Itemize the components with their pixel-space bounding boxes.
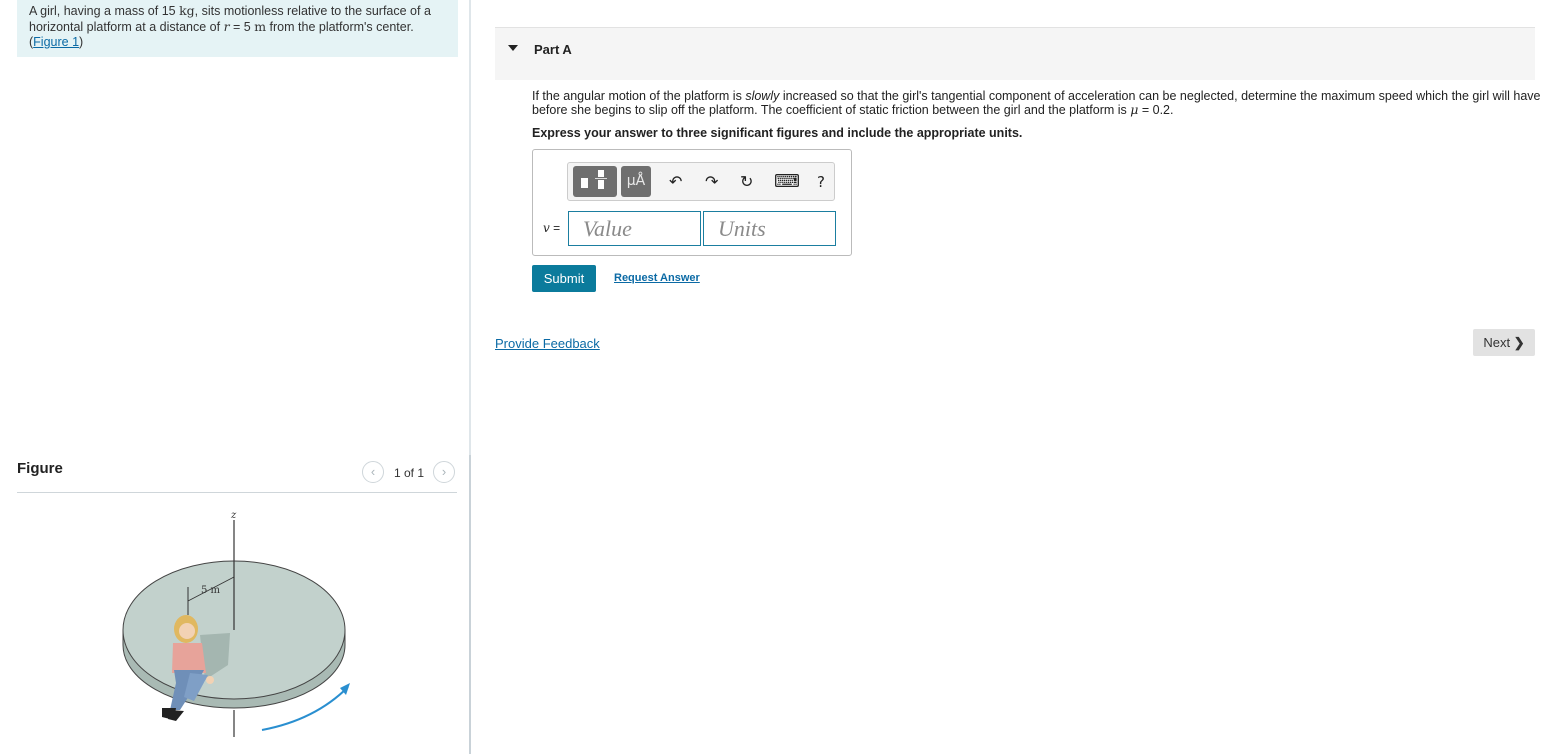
part-title: Part A: [534, 42, 572, 57]
problem-text: ): [79, 35, 84, 49]
reset-icon[interactable]: ↻: [740, 172, 753, 192]
figure-header: Figure ‹ 1 of 1 ›: [17, 460, 457, 493]
chevron-right-icon: ›: [441, 464, 447, 479]
unit-m: m: [254, 19, 267, 34]
units-button[interactable]: μÅ: [621, 166, 651, 197]
figure-link[interactable]: Figure 1: [33, 35, 79, 49]
problem-text: A girl, having a mass of 15: [29, 4, 180, 18]
keyboard-icon[interactable]: ⌨: [774, 172, 800, 192]
question-part: If the angular motion of the platform is: [532, 89, 746, 103]
variable-v: v: [543, 221, 550, 235]
right-pane: Part A If the angular motion of the plat…: [471, 0, 1545, 754]
question-emphasis: slowly: [745, 89, 780, 103]
next-label: Next: [1483, 335, 1511, 350]
problem-statement: A girl, having a mass of 15 kg, sits mot…: [17, 0, 458, 57]
z-axis-label: z: [230, 510, 237, 521]
figure-image: z 5 m: [122, 510, 350, 737]
units-input[interactable]: Units: [703, 211, 836, 246]
chevron-left-icon: ‹: [370, 464, 376, 479]
variable-label: v =: [543, 221, 560, 235]
prev-figure-button[interactable]: ‹: [362, 461, 384, 483]
redo-icon[interactable]: ↷: [705, 172, 718, 192]
request-answer-link[interactable]: Request Answer: [614, 272, 700, 284]
submit-button[interactable]: Submit: [532, 265, 596, 292]
provide-feedback-link[interactable]: Provide Feedback: [495, 336, 600, 351]
radius-label: 5 m: [201, 585, 221, 596]
figure-pager: 1 of 1: [394, 466, 425, 480]
help-icon[interactable]: ?: [817, 172, 825, 192]
question-text: If the angular motion of the platform is…: [532, 89, 1542, 117]
math-toolbar: μÅ ↶ ↷ ↻ ⌨ ?: [567, 162, 835, 201]
equals-sign: =: [549, 221, 561, 235]
templates-button[interactable]: [573, 166, 617, 197]
undo-icon[interactable]: ↶: [669, 172, 682, 192]
answer-box: μÅ ↶ ↷ ↻ ⌨ ? v = Value Units: [532, 149, 852, 256]
value-input[interactable]: Value: [568, 211, 701, 246]
next-figure-button[interactable]: ›: [433, 461, 455, 483]
caret-down-icon: [508, 45, 518, 51]
unit-kg: kg: [179, 3, 195, 18]
answer-instruction: Express your answer to three significant…: [532, 126, 1023, 140]
next-button[interactable]: Next ❯: [1473, 329, 1535, 356]
part-a-header[interactable]: Part A: [495, 27, 1535, 80]
question-part: = 0.2.: [1138, 103, 1174, 117]
templates-icon: [581, 170, 607, 189]
left-pane: A girl, having a mass of 15 kg, sits mot…: [0, 0, 470, 754]
problem-text: = 5: [229, 20, 255, 34]
figure-title: Figure: [17, 460, 63, 477]
chevron-right-icon: ❯: [1513, 335, 1525, 350]
